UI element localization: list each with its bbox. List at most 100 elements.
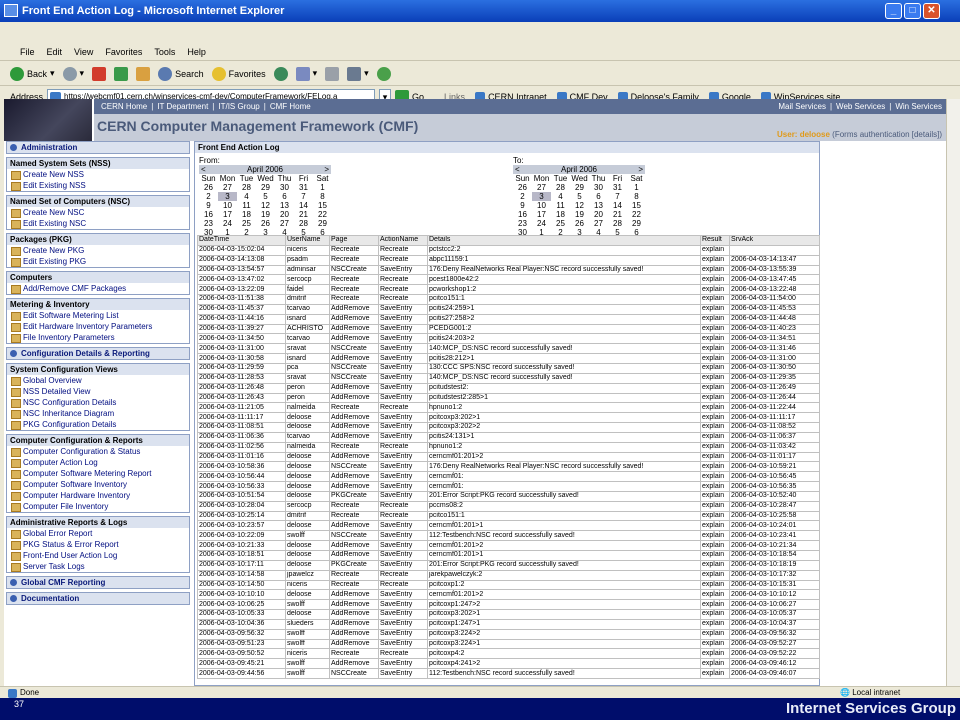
calendar-day[interactable]: 10 [218, 201, 237, 210]
calendar-day[interactable]: 18 [237, 210, 256, 219]
menu-favorites[interactable]: Favorites [105, 44, 142, 60]
calendar-day[interactable]: 16 [199, 210, 218, 219]
calendar-day[interactable]: 15 [313, 201, 332, 210]
calendar-day[interactable]: 9 [513, 201, 532, 210]
table-cell[interactable]: explain [700, 313, 730, 325]
prev-month-button[interactable]: < [201, 165, 206, 174]
sidebar-link[interactable]: Create New NSC [7, 207, 189, 218]
table-cell[interactable]: explain [700, 244, 730, 256]
calendar-day[interactable]: 26 [256, 219, 275, 228]
calendar-day[interactable]: 1 [627, 183, 646, 192]
menu-help[interactable]: Help [187, 44, 206, 60]
home-button[interactable] [136, 66, 151, 81]
table-cell[interactable]: explain [700, 520, 730, 532]
table-cell[interactable]: explain [700, 668, 730, 679]
calendar-day[interactable]: 17 [532, 210, 551, 219]
prev-month-button[interactable]: < [515, 165, 520, 174]
calendar-day[interactable]: 28 [608, 219, 627, 228]
calendar-day[interactable]: 14 [608, 201, 627, 210]
calendar-day[interactable]: 20 [275, 210, 294, 219]
table-cell[interactable]: explain [700, 412, 730, 424]
sidebar-link[interactable]: File Inventory Parameters [7, 332, 189, 343]
calendar-day[interactable]: 23 [199, 219, 218, 228]
table-cell[interactable]: explain [700, 461, 730, 473]
calendar-day[interactable]: 27 [218, 183, 237, 192]
table-cell[interactable]: explain [700, 254, 730, 266]
global-reporting-header[interactable]: Global CMF Reporting [6, 576, 190, 589]
calendar-day[interactable]: 31 [294, 183, 313, 192]
table-cell[interactable]: explain [700, 343, 730, 355]
sidebar-link[interactable]: Edit Software Metering List [7, 310, 189, 321]
nav-it-department[interactable]: IT Department [153, 99, 212, 114]
table-cell[interactable]: explain [700, 431, 730, 443]
administration-header[interactable]: Administration [6, 141, 190, 154]
minimize-button[interactable]: _ [885, 3, 902, 19]
sidebar-link[interactable]: Edit Existing PKG [7, 256, 189, 267]
table-cell[interactable]: explain [700, 579, 730, 591]
edit-button[interactable]: ▾ [347, 66, 369, 81]
sidebar-link[interactable]: PKG Configuration Details [7, 419, 189, 430]
calendar-day[interactable]: 19 [256, 210, 275, 219]
sidebar-link[interactable]: Global Overview [7, 375, 189, 386]
table-cell[interactable]: explain [700, 540, 730, 551]
stop-button[interactable] [92, 66, 107, 81]
calendar-day[interactable]: 14 [294, 201, 313, 210]
calendar-day[interactable]: 6 [275, 192, 294, 201]
calendar-day[interactable]: 28 [237, 183, 256, 192]
mail-button[interactable]: ▾ [295, 66, 317, 81]
refresh-button[interactable] [114, 66, 129, 81]
table-cell[interactable]: explain [700, 402, 730, 414]
calendar-day[interactable]: 18 [551, 210, 570, 219]
calendar-day[interactable]: 30 [589, 183, 608, 192]
sidebar-link[interactable]: Front-End User Action Log [7, 550, 189, 561]
column-header[interactable]: Details [427, 235, 701, 246]
table-cell[interactable]: explain [700, 274, 730, 286]
auth-details-link[interactable]: (Forms authentication [details]) [832, 130, 942, 139]
back-button[interactable]: Back ▾ [10, 66, 55, 81]
calendar-day[interactable]: 17 [218, 210, 237, 219]
column-header[interactable]: Page [329, 235, 379, 246]
calendar-day[interactable]: 9 [199, 201, 218, 210]
calendar-day[interactable]: 29 [570, 183, 589, 192]
nav-web-services[interactable]: Web Services [832, 99, 889, 114]
calendar-day[interactable]: 31 [608, 183, 627, 192]
calendar-day[interactable]: 25 [237, 219, 256, 228]
sidebar-link[interactable]: Computer Configuration & Status [7, 446, 189, 457]
forward-button[interactable]: ▾ [62, 66, 84, 81]
calendar-day[interactable]: 16 [513, 210, 532, 219]
calendar-day[interactable]: 11 [237, 201, 256, 210]
vertical-scrollbar[interactable] [946, 99, 960, 686]
sidebar-link[interactable]: Computer Hardware Inventory [7, 490, 189, 501]
search-button[interactable]: Search [158, 66, 204, 81]
table-cell[interactable]: explain [700, 599, 730, 611]
calendar-day[interactable]: 22 [627, 210, 646, 219]
table-cell[interactable]: explain [700, 648, 730, 660]
sidebar-link[interactable]: Computer Action Log [7, 457, 189, 468]
sidebar-link[interactable]: Add/Remove CMF Packages [7, 283, 189, 294]
table-cell[interactable]: explain [700, 638, 730, 650]
nav-mail-services[interactable]: Mail Services [774, 99, 830, 114]
calendar-day[interactable]: 25 [551, 219, 570, 228]
close-button[interactable]: ✕ [923, 3, 940, 19]
calendar-day[interactable]: 30 [275, 183, 294, 192]
next-month-button[interactable]: > [324, 165, 329, 174]
calendar-day[interactable]: 5 [570, 192, 589, 201]
sidebar-link[interactable]: Edit Hardware Inventory Parameters [7, 321, 189, 332]
nav-cern-home[interactable]: CERN Home [97, 99, 151, 114]
calendar-day[interactable]: 2 [199, 192, 218, 201]
table-cell[interactable]: explain [700, 658, 730, 670]
table-cell[interactable]: explain [700, 481, 730, 492]
column-header[interactable]: UserName [285, 235, 330, 246]
calendar-day[interactable]: 22 [313, 210, 332, 219]
table-cell[interactable]: explain [700, 323, 730, 335]
calendar-day[interactable]: 21 [294, 210, 313, 219]
calendar-day[interactable]: 12 [256, 201, 275, 210]
table-cell[interactable]: explain [700, 500, 730, 512]
calendar-day[interactable]: 28 [294, 219, 313, 228]
sidebar-link[interactable]: Computer File Inventory [7, 501, 189, 512]
calendar-day[interactable]: 10 [532, 201, 551, 210]
calendar-day[interactable]: 27 [589, 219, 608, 228]
table-cell[interactable]: explain [700, 490, 730, 502]
calendar-day[interactable]: 24 [218, 219, 237, 228]
calendar-day[interactable]: 27 [532, 183, 551, 192]
